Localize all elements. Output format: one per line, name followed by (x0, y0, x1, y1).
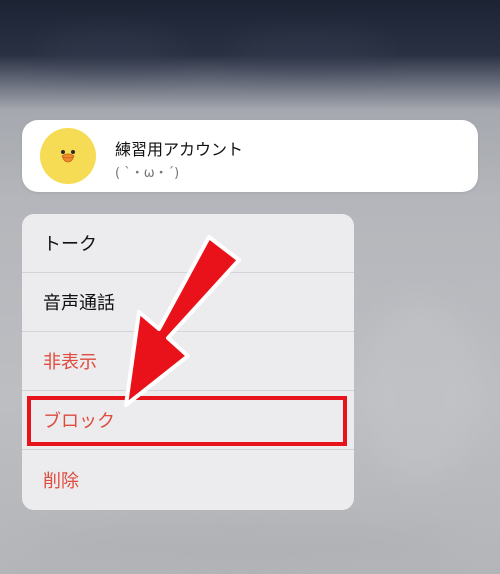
profile-card[interactable]: 練習用アカウント ( ˋ・ω・ˊ) (22, 120, 478, 192)
menu-item-delete[interactable]: 削除 (22, 450, 354, 509)
context-menu: トーク 音声通話 非表示 ブロック 削除 (22, 214, 354, 510)
background-blur-shape (360, 300, 480, 480)
profile-name: 練習用アカウント (115, 140, 244, 159)
avatar (40, 128, 96, 184)
menu-item-block[interactable]: ブロック (22, 391, 354, 450)
menu-item-voice-call[interactable]: 音声通話 (22, 273, 354, 332)
menu-item-talk[interactable]: トーク (22, 214, 354, 273)
chick-face-icon (61, 150, 75, 163)
background-blur-shape (30, 520, 450, 570)
background-blur-shape (230, 32, 390, 68)
menu-item-hide[interactable]: 非表示 (22, 332, 354, 391)
profile-status-message: ( ˋ・ω・ˊ) (115, 166, 180, 181)
background-blur-shape (40, 30, 180, 70)
